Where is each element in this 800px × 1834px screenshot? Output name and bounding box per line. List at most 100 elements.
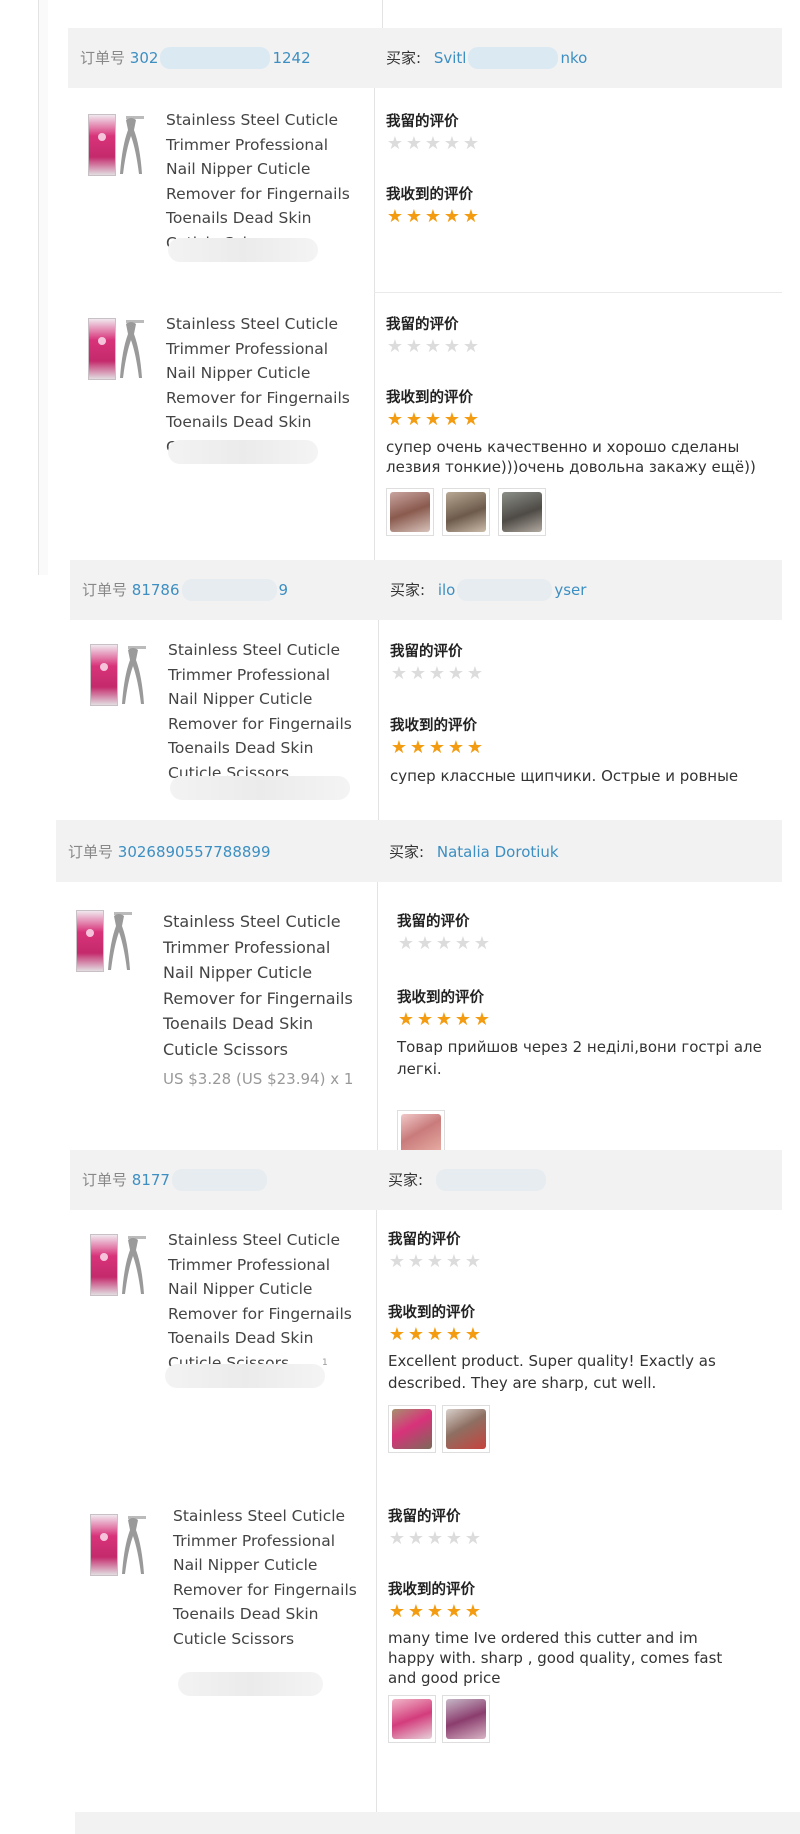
received-review-label: 我收到的评价 [388, 1305, 475, 1321]
order-header: 订单号 81786 9 买家: ilo yser [70, 560, 782, 620]
product-thumbnail[interactable] [84, 110, 152, 184]
star-icon: ★ [390, 737, 408, 758]
product-title[interactable]: Stainless Steel Cuticle Trimmer Professi… [163, 909, 358, 1062]
my-rating-stars: ★ ★ ★ ★ ★ [397, 935, 491, 953]
order-label: 订单号 [82, 580, 128, 599]
star-icon: ★ [435, 933, 453, 954]
order-block-4: 订单号 8177 买家: Stainless Steel Cuticle Tri… [70, 1150, 782, 1812]
order-number-link[interactable]: 8177 [132, 1169, 269, 1192]
buyer-name-link[interactable]: ilo yser [438, 579, 586, 602]
buyer-label: 买家: [389, 842, 425, 861]
order-number: 订单号 8177 [82, 1169, 269, 1192]
received-rating-stars: ★ ★ ★ ★ ★ [388, 1326, 482, 1344]
star-icon: ★ [407, 1251, 425, 1272]
star-icon: ★ [388, 1251, 406, 1272]
received-review-label: 我收到的评价 [397, 990, 484, 1006]
product-thumbnail[interactable] [86, 640, 154, 714]
review-photo[interactable] [388, 1405, 436, 1453]
star-icon: ★ [447, 737, 465, 758]
star-icon: ★ [462, 206, 480, 227]
review-photo[interactable] [442, 1405, 490, 1453]
star-icon: ★ [426, 1324, 444, 1345]
received-rating-stars: ★ ★ ★ ★ ★ [397, 1011, 491, 1029]
star-icon: ★ [428, 663, 446, 684]
next-order-header [75, 1812, 800, 1834]
star-icon: ★ [424, 206, 442, 227]
buyer-name-link[interactable]: Svitl nko [434, 47, 587, 70]
column-divider [374, 88, 375, 576]
order-label: 订单号 [82, 1170, 128, 1189]
product-title[interactable]: Stainless Steel Cuticle Trimmer Professi… [168, 1228, 353, 1375]
product-thumbnail[interactable] [84, 314, 152, 388]
star-icon: ★ [462, 409, 480, 430]
order-header: 订单号 8177 买家: [70, 1150, 782, 1210]
star-icon: ★ [445, 1528, 463, 1549]
review-text: супер классные щипчики. Острые и ровные [390, 767, 739, 785]
product-thumbnail[interactable] [72, 906, 140, 980]
star-icon: ★ [466, 663, 484, 684]
product-title[interactable]: Stainless Steel Cuticle Trimmer Professi… [166, 312, 351, 459]
order-number-link[interactable]: 302 1242 [130, 47, 311, 70]
received-rating-stars: ★ ★ ★ ★ ★ [388, 1603, 482, 1621]
received-review-label: 我收到的评价 [386, 187, 473, 203]
product-title[interactable]: Stainless Steel Cuticle Trimmer Professi… [168, 638, 353, 785]
column-divider [378, 620, 379, 820]
star-icon: ★ [426, 1528, 444, 1549]
order-label: 订单号 [80, 48, 126, 67]
star-icon: ★ [447, 663, 465, 684]
star-icon: ★ [388, 1601, 406, 1622]
my-review-label: 我留的评价 [397, 914, 470, 930]
order-number: 订单号 3026890557788899 [68, 841, 271, 862]
order-label: 订单号 [68, 842, 114, 861]
received-rating-stars: ★ ★ ★ ★ ★ [390, 739, 484, 757]
review-photo[interactable] [388, 1695, 436, 1743]
review-text: Excellent product. Super quality! Exactl… [388, 1352, 716, 1392]
star-icon: ★ [473, 1009, 491, 1030]
divider [382, 0, 383, 28]
review-text: супер очень качественно и хорошо сделаны… [386, 438, 756, 476]
my-review-label: 我留的评价 [388, 1509, 461, 1525]
product-card-icon [76, 910, 104, 972]
my-rating-stars: ★ ★ ★ ★ ★ [388, 1530, 482, 1548]
buyer-label: 买家: [388, 1170, 424, 1189]
star-icon: ★ [388, 1324, 406, 1345]
buyer-name-redacted [435, 1169, 546, 1192]
buyer-label: 买家: [390, 580, 426, 599]
my-rating-stars: ★ ★ ★ ★ ★ [386, 338, 480, 356]
superscript-note: 1 [322, 1358, 328, 1368]
row-divider [374, 292, 782, 293]
order-number-link[interactable]: 81786 9 [132, 579, 288, 602]
review-photo[interactable] [386, 488, 434, 536]
buyer-info: 买家: ilo yser [390, 579, 586, 602]
review-text: many time Ive ordered this cutter and im… [388, 1629, 723, 1687]
star-icon: ★ [424, 336, 442, 357]
review-photo[interactable] [442, 488, 490, 536]
column-divider [377, 882, 378, 1150]
review-photo[interactable] [442, 1695, 490, 1743]
star-icon: ★ [464, 1324, 482, 1345]
my-review-label: 我留的评价 [386, 317, 459, 333]
star-icon: ★ [443, 133, 461, 154]
star-icon: ★ [464, 1528, 482, 1549]
order-block-3: 订单号 3026890557788899 买家: Natalia Dorotiu… [56, 820, 782, 1158]
nipper-icon [120, 322, 142, 378]
buyer-name-link[interactable]: Natalia Dorotiuk [437, 843, 559, 861]
blurred-info [165, 1364, 325, 1388]
product-card-icon [90, 1514, 118, 1576]
received-review-label: 我收到的评价 [386, 390, 473, 406]
star-icon: ★ [443, 206, 461, 227]
product-title[interactable]: Stainless Steel Cuticle Trimmer Professi… [173, 1504, 358, 1651]
order-number-link[interactable]: 3026890557788899 [118, 843, 271, 861]
star-icon: ★ [405, 336, 423, 357]
product-thumbnail[interactable] [86, 1230, 154, 1304]
review-text: Товар прийшов через 2 неділі,вони гострі… [397, 1038, 762, 1078]
received-rating-stars: ★ ★ ★ ★ ★ [386, 208, 480, 226]
product-card-icon [88, 318, 116, 380]
product-thumbnail[interactable] [86, 1510, 154, 1584]
star-icon: ★ [386, 206, 404, 227]
product-title[interactable]: Stainless Steel Cuticle Trimmer Professi… [166, 108, 351, 255]
review-photo[interactable] [498, 488, 546, 536]
star-icon: ★ [443, 336, 461, 357]
star-icon: ★ [405, 133, 423, 154]
star-icon: ★ [454, 1009, 472, 1030]
